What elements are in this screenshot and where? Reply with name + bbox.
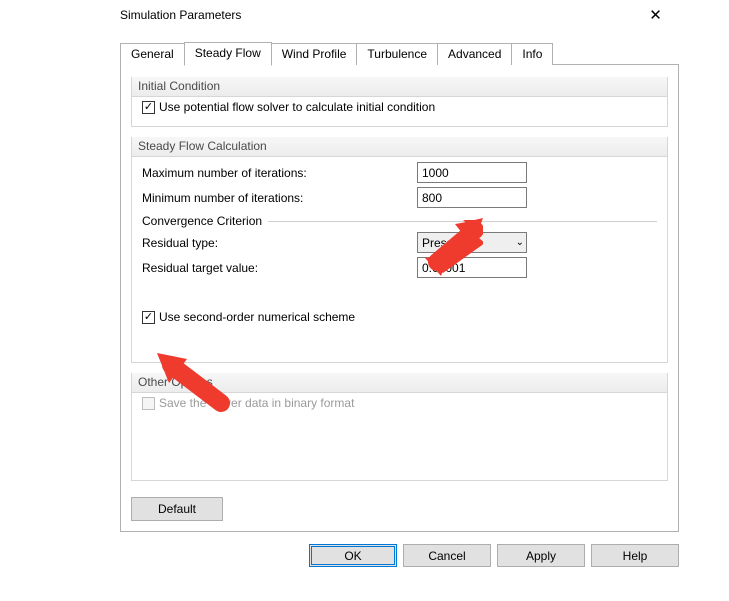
group-title: Initial Condition	[132, 77, 667, 97]
checkbox-use-potential-flow[interactable]: ✓ Use potential flow solver to calculate…	[142, 100, 657, 114]
checkbox-save-binary[interactable]: Save the solver data in binary format	[142, 396, 657, 410]
tab-general[interactable]: General	[120, 43, 185, 65]
group-title: Steady Flow Calculation	[132, 137, 667, 157]
residual-target-label: Residual target value:	[142, 261, 417, 275]
group-other-options: Other Options Save the solver data in bi…	[131, 373, 668, 481]
group-initial-condition: Initial Condition ✓ Use potential flow s…	[131, 77, 668, 127]
tab-wind-profile[interactable]: Wind Profile	[271, 43, 358, 65]
cancel-button[interactable]: Cancel	[403, 544, 491, 567]
convergence-criterion-label: Convergence Criterion	[142, 214, 262, 228]
tab-turbulence[interactable]: Turbulence	[356, 43, 438, 65]
min-iterations-input[interactable]	[417, 187, 527, 208]
window-title: Simulation Parameters	[120, 8, 241, 22]
divider	[268, 221, 657, 222]
max-iterations-input[interactable]	[417, 162, 527, 183]
tab-body: Initial Condition ✓ Use potential flow s…	[120, 64, 679, 532]
checkbox-label: Use potential flow solver to calculate i…	[159, 100, 435, 114]
default-button[interactable]: Default	[131, 497, 223, 521]
residual-type-label: Residual type:	[142, 236, 417, 250]
checkbox-label: Save the solver data in binary format	[159, 396, 354, 410]
group-steady-flow-calculation: Steady Flow Calculation Maximum number o…	[131, 137, 668, 363]
residual-type-select[interactable]: Pressure ⌄	[417, 232, 527, 253]
chevron-down-icon: ⌄	[516, 237, 524, 248]
check-icon: ✓	[142, 311, 155, 324]
check-icon	[142, 397, 155, 410]
ok-button[interactable]: OK	[309, 544, 397, 567]
dialog-button-row: OK Cancel Apply Help	[0, 532, 729, 567]
residual-target-input[interactable]	[417, 257, 527, 278]
close-icon[interactable]: ✕	[633, 0, 678, 30]
checkbox-second-order-scheme[interactable]: ✓ Use second-order numerical scheme	[142, 310, 657, 324]
tab-strip: General Steady Flow Wind Profile Turbule…	[120, 40, 679, 64]
tab-steady-flow[interactable]: Steady Flow	[184, 42, 272, 66]
titlebar: Simulation Parameters ✕	[0, 0, 729, 30]
checkbox-label: Use second-order numerical scheme	[159, 310, 355, 324]
group-title: Other Options	[132, 373, 667, 393]
max-iterations-label: Maximum number of iterations:	[142, 166, 417, 180]
select-value: Pressure	[422, 236, 470, 250]
check-icon: ✓	[142, 101, 155, 114]
apply-button[interactable]: Apply	[497, 544, 585, 567]
help-button[interactable]: Help	[591, 544, 679, 567]
min-iterations-label: Minimum number of iterations:	[142, 191, 417, 205]
tab-info[interactable]: Info	[511, 43, 553, 65]
tab-advanced[interactable]: Advanced	[437, 43, 512, 65]
